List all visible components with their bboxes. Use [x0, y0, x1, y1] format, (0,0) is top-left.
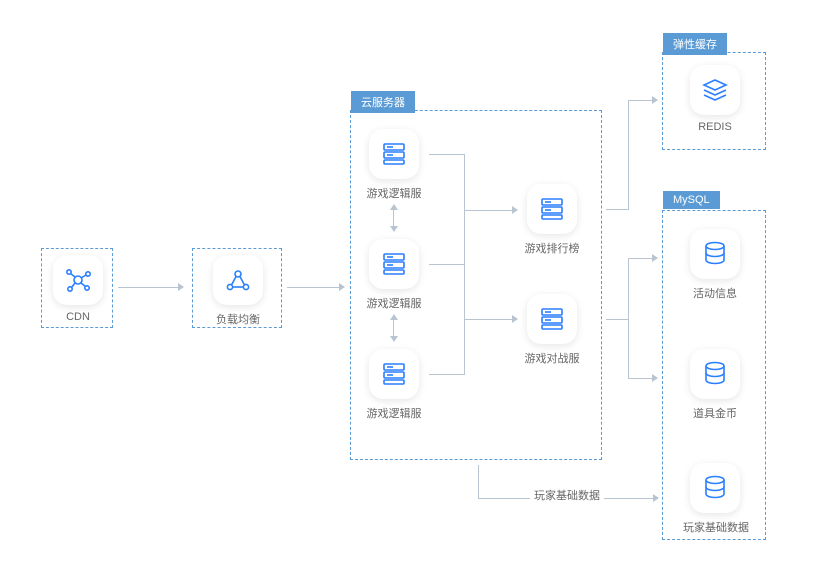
node-gold-label: 道具金币 — [687, 405, 743, 421]
server-icon — [369, 239, 419, 289]
node-cdn: CDN — [52, 255, 104, 323]
node-lb-label: 负载均衡 — [208, 311, 268, 327]
arrow-player-data — [478, 465, 479, 498]
node-logic3-label: 游戏逻辑服 — [363, 405, 425, 421]
arrow-cloud-redis-head — [652, 96, 658, 104]
group-redis: 弹性缓存 REDIS — [662, 52, 766, 150]
node-battle: 游戏对战服 — [521, 294, 583, 366]
node-cdn-label: CDN — [52, 311, 104, 323]
link-logic1-logic2 — [393, 210, 394, 226]
node-redis: REDIS — [687, 65, 743, 133]
server-icon — [527, 294, 577, 344]
node-logic2: 游戏逻辑服 — [363, 239, 425, 311]
node-player-label: 玩家基础数据 — [683, 519, 747, 535]
node-rank-label: 游戏排行榜 — [521, 240, 583, 256]
arrow-player-data-head — [653, 494, 659, 502]
link-logic2-logic3 — [393, 320, 394, 336]
node-lb: 负载均衡 — [208, 255, 268, 327]
node-gold: 道具金币 — [687, 349, 743, 421]
group-mysql: MySQL 活动信息 道具金币 玩家基础数据 — [662, 210, 766, 540]
node-act: 活动信息 — [687, 229, 743, 301]
database-icon — [690, 463, 740, 513]
node-act-label: 活动信息 — [687, 285, 743, 301]
database-icon — [690, 349, 740, 399]
group-cloud: 云服务器 游戏逻辑服 游戏逻辑服 游戏逻辑服 游戏排行榜 游戏对战服 — [350, 110, 602, 460]
group-lb: 负载均衡 — [192, 248, 282, 328]
arrow-cdn-lb — [118, 287, 178, 288]
group-cdn: CDN — [41, 248, 113, 328]
node-rank: 游戏排行榜 — [521, 184, 583, 256]
node-battle-label: 游戏对战服 — [521, 350, 583, 366]
network-icon — [53, 255, 103, 305]
node-logic1-label: 游戏逻辑服 — [363, 185, 425, 201]
group-mysql-title: MySQL — [663, 191, 720, 209]
edge-player-label: 玩家基础数据 — [530, 487, 604, 503]
node-logic1: 游戏逻辑服 — [363, 129, 425, 201]
loadbalancer-icon — [213, 255, 263, 305]
group-cloud-title: 云服务器 — [351, 91, 415, 113]
arrow-lb-cloud — [287, 287, 339, 288]
arrow-cdn-lb-head — [178, 283, 184, 291]
server-icon — [369, 349, 419, 399]
arrow-cloud-redis — [606, 209, 628, 210]
server-icon — [527, 184, 577, 234]
group-redis-title: 弹性缓存 — [663, 33, 727, 55]
server-icon — [369, 129, 419, 179]
architecture-diagram: CDN 负载均衡 云服务器 游戏逻辑服 游戏逻辑服 游戏逻辑服 — [0, 0, 820, 572]
layers-icon — [690, 65, 740, 115]
node-redis-label: REDIS — [687, 121, 743, 133]
node-logic3: 游戏逻辑服 — [363, 349, 425, 421]
arrow-lb-cloud-head — [339, 283, 345, 291]
database-icon — [690, 229, 740, 279]
node-logic2-label: 游戏逻辑服 — [363, 295, 425, 311]
node-player: 玩家基础数据 — [683, 463, 747, 535]
